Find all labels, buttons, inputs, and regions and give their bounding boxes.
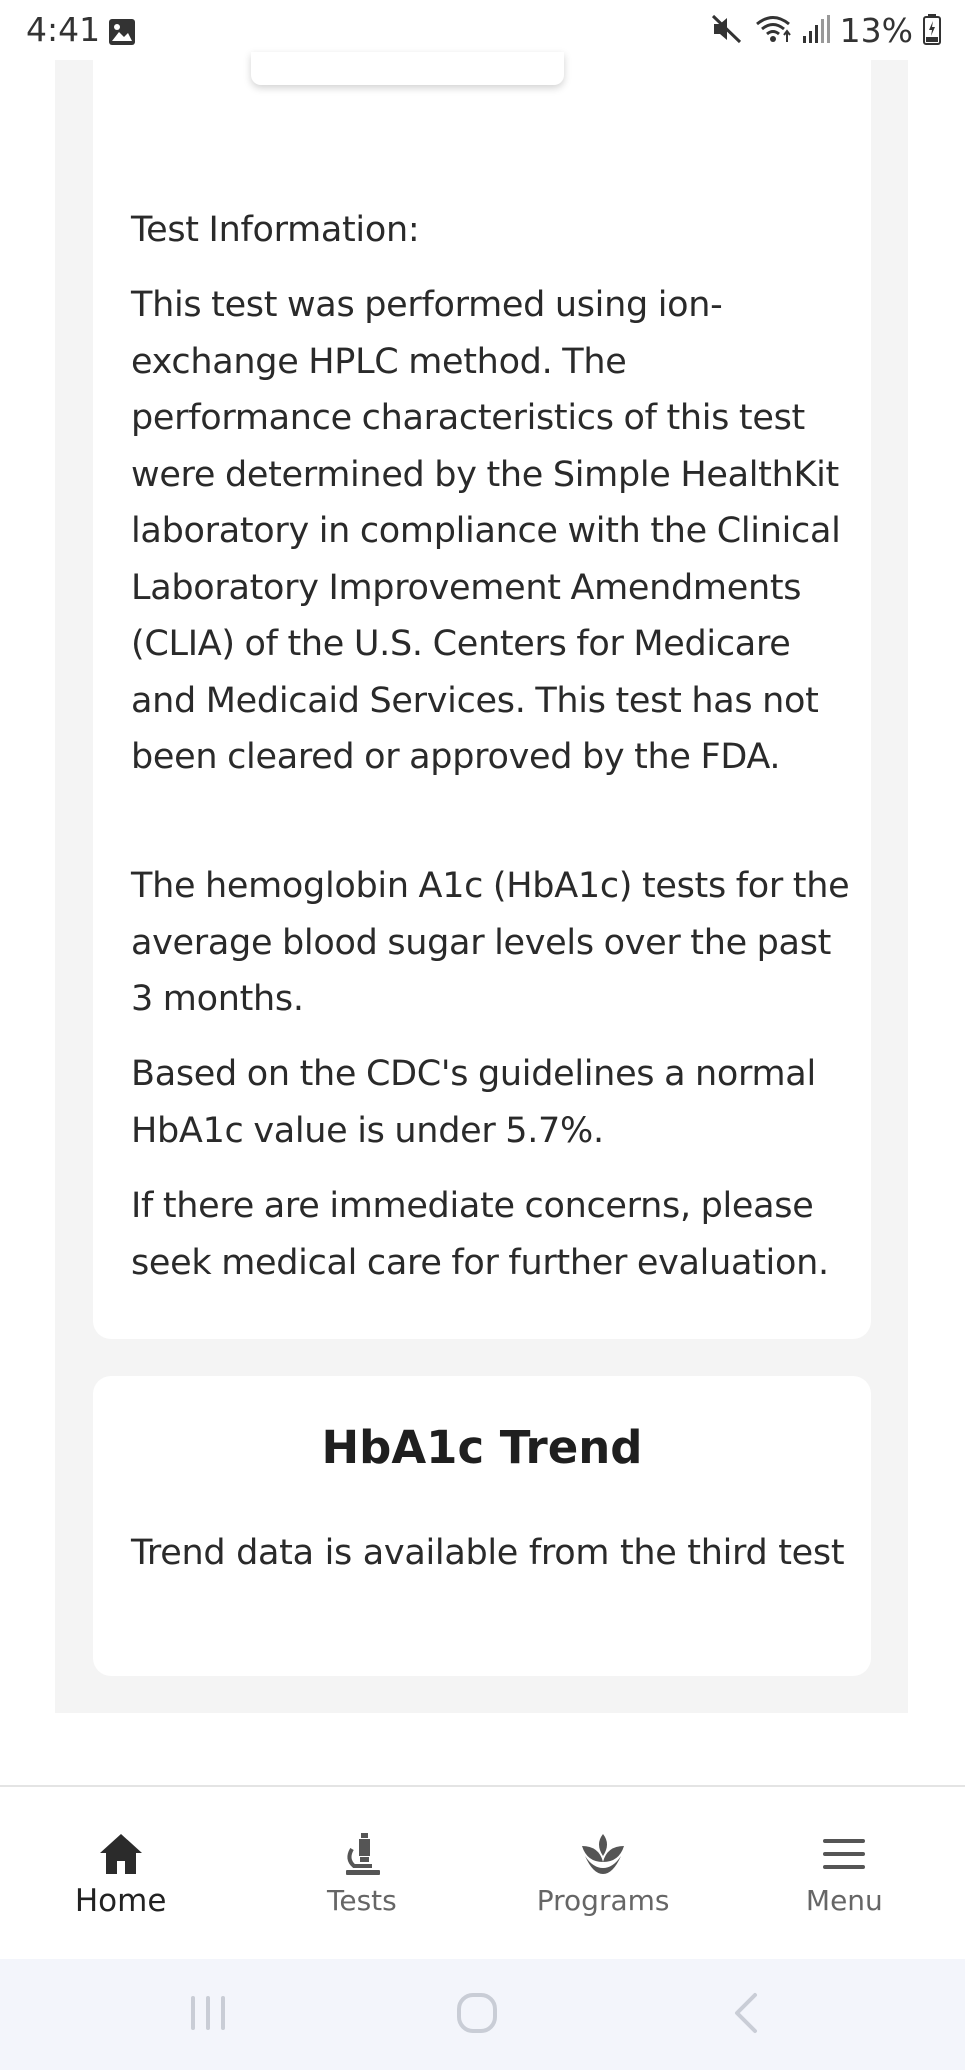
system-home-button[interactable] xyxy=(447,1987,507,2043)
bottom-nav: Home Tests Programs Menu xyxy=(0,1785,965,1959)
home-icon xyxy=(97,1830,145,1878)
signal-icon xyxy=(802,14,830,48)
system-back-button[interactable] xyxy=(716,1987,776,2043)
cdc-guideline-paragraph: Based on the CDC's guidelines a normal H… xyxy=(131,1054,816,1151)
battery-percent: 13% xyxy=(839,11,913,50)
trend-title: HbA1c Trend xyxy=(321,1421,643,1474)
gallery-icon xyxy=(108,18,136,46)
hba1c-description-paragraph: The hemoglobin A1c (HbA1c) tests for the… xyxy=(131,866,850,1019)
lotus-icon xyxy=(579,1830,627,1878)
trend-message: Trend data is available from the third t… xyxy=(131,1533,845,1573)
medical-care-paragraph: If there are immediate concerns, please … xyxy=(131,1186,829,1283)
result-tab-card xyxy=(251,52,564,85)
nav-item-home[interactable]: Home xyxy=(0,1787,241,1959)
recents-icon xyxy=(188,1993,228,2037)
battery-icon xyxy=(923,13,941,49)
recents-button[interactable] xyxy=(178,1987,238,2043)
mute-icon xyxy=(710,13,744,49)
nav-label-menu: Menu xyxy=(805,1884,883,1917)
wifi-icon xyxy=(754,13,792,49)
test-information-heading: Test Information: xyxy=(131,210,420,250)
nav-label-programs: Programs xyxy=(536,1884,670,1917)
test-method-paragraph: This test was performed using ion-exchan… xyxy=(131,285,841,777)
back-icon xyxy=(731,1991,761,2039)
microscope-icon xyxy=(338,1830,386,1878)
home-circle-icon xyxy=(455,1991,499,2039)
status-time: 4:41 xyxy=(26,10,101,49)
nav-item-menu[interactable]: Menu xyxy=(724,1787,965,1959)
nav-item-tests[interactable]: Tests xyxy=(241,1787,482,1959)
system-nav-bar xyxy=(0,1959,965,2070)
status-icons: 13% xyxy=(710,14,941,48)
status-bar: 4:41 13% xyxy=(0,0,965,60)
nav-label-home: Home xyxy=(74,1883,167,1919)
hamburger-menu-icon xyxy=(820,1830,868,1878)
nav-label-tests: Tests xyxy=(327,1884,397,1917)
nav-item-programs[interactable]: Programs xyxy=(483,1787,724,1959)
